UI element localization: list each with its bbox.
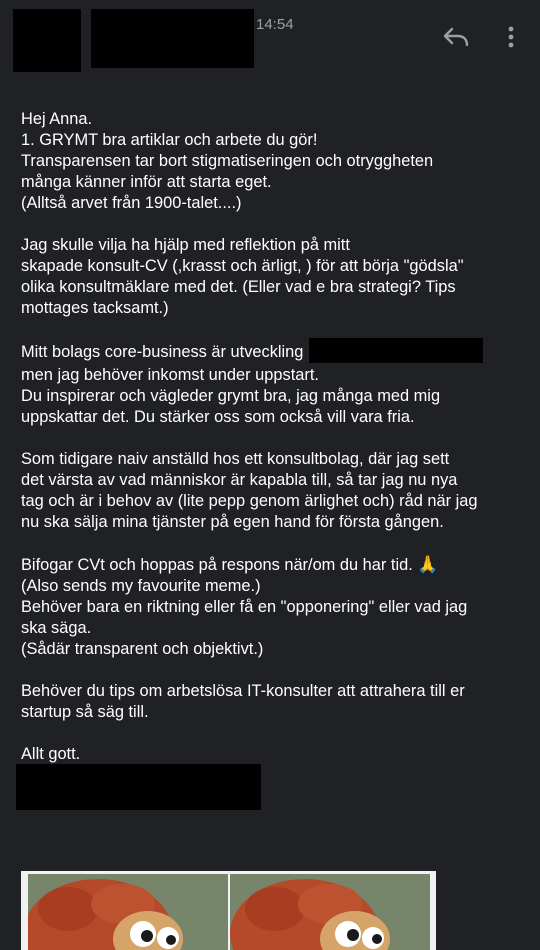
more-vertical-icon[interactable] [500, 24, 522, 52]
text-line: många känner inför att starta eget. [21, 173, 272, 191]
text-line: uppskattar det. Du stärker oss som också… [21, 408, 415, 426]
paragraph-attachment-note: Bifogar CVt och hoppas på respons när/om… [21, 554, 526, 660]
text-line: 1. GRYMT bra artiklar och arbete du gör! [21, 131, 318, 149]
sender-name-redacted [91, 9, 254, 68]
folded-hands-icon: 🙏 [417, 555, 439, 574]
paragraph-request: Jag skulle vilja ha hjälp med reflektion… [21, 235, 526, 319]
text-line: ska säga. [21, 619, 92, 637]
paragraph-closing: Allt gott. [21, 744, 526, 765]
text-line: Bifogar CVt och hoppas på respons när/om… [21, 554, 526, 576]
sender-avatar-redacted [13, 9, 81, 72]
text-line: Behöver bara en riktning eller få en "op… [21, 598, 468, 616]
message-time: 14:54 [256, 16, 294, 33]
signature-redacted [16, 764, 261, 810]
text-line: (Also sends my favourite meme.) [21, 577, 261, 595]
text-line: (Alltså arvet från 1900-talet....) [21, 194, 242, 212]
meme-image-attachment[interactable] [21, 871, 436, 950]
text-line: tag och är i behov av (lite pepp genom ä… [21, 492, 478, 510]
paragraph-background: Som tidigare naiv anställd hos ett konsu… [21, 449, 526, 533]
text-line: skapade konsult-CV (,krasst och ärligt, … [21, 257, 464, 275]
text-line: olika konsultmäklare med det. (Eller vad… [21, 278, 456, 296]
email-body: Hej Anna. 1. GRYMT bra artiklar och arbe… [21, 109, 526, 765]
text-line: nu ska sälja mina tjänster på egen hand … [21, 513, 444, 531]
text-line: Som tidigare naiv anställd hos ett konsu… [21, 450, 450, 468]
text-line: Jag skulle vilja ha hjälp med reflektion… [21, 236, 350, 254]
text-line: men jag behöver inkomst under uppstart. [21, 366, 319, 384]
inline-redaction [309, 338, 484, 363]
text-line: startup så säg till. [21, 703, 149, 721]
text-line: Allt gott. [21, 745, 81, 763]
reply-icon[interactable] [441, 25, 471, 51]
paragraph-business: Mitt bolags core-business är utveckling … [21, 338, 526, 428]
text-line: Mitt bolags core-business är utveckling [21, 338, 526, 365]
text-line: det värsta av vad människor är kapabla t… [21, 471, 458, 489]
meme-panel-left [28, 874, 228, 950]
text-fragment: Bifogar CVt och hoppas på respons när/om… [21, 556, 413, 574]
text-line: Transparensen tar bort stigmatiseringen … [21, 152, 434, 170]
text-fragment: Mitt bolags core-business är utveckling [21, 342, 304, 361]
text-line: mottages tacksamt.) [21, 299, 169, 317]
paragraph-tips: Behöver du tips om arbetslösa IT-konsult… [21, 681, 526, 723]
text-line: Behöver du tips om arbetslösa IT-konsult… [21, 682, 465, 700]
paragraph-greeting: Hej Anna. 1. GRYMT bra artiklar och arbe… [21, 109, 526, 214]
text-line: (Sådär transparent och objektivt.) [21, 640, 264, 658]
text-line: Du inspirerar och vägleder grymt bra, ja… [21, 387, 441, 405]
email-header: 14:54 [0, 0, 540, 80]
meme-panel-right [230, 874, 430, 950]
text-line: Hej Anna. [21, 110, 93, 128]
